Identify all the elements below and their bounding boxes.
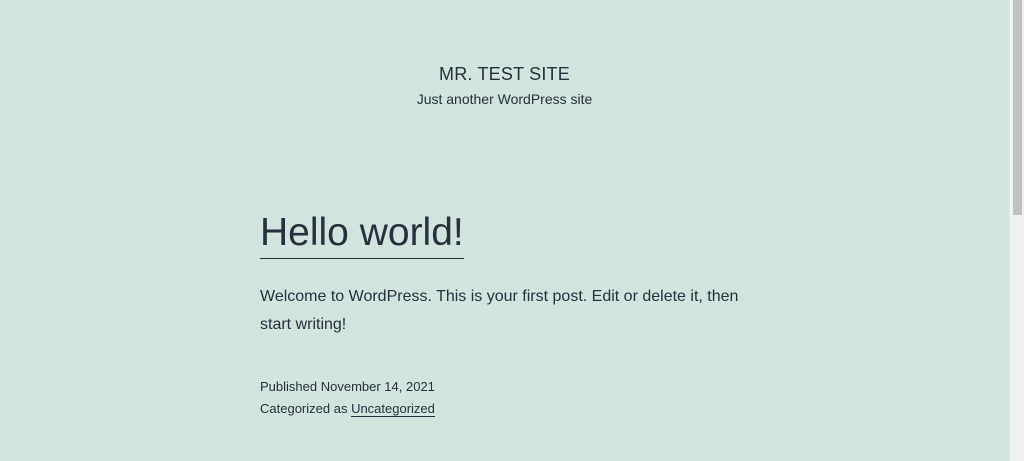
page: MR. TEST SITE Just another WordPress sit… [0, 0, 1009, 461]
category-link[interactable]: Uncategorized [351, 401, 435, 417]
published-line: Published November 14, 2021 [260, 376, 435, 398]
published-prefix: Published [260, 379, 321, 394]
scrollbar-thumb[interactable] [1013, 0, 1022, 215]
post-meta: Published November 14, 2021 Categorized … [260, 376, 435, 420]
site-description: Just another WordPress site [416, 91, 593, 107]
category-line: Categorized as Uncategorized [260, 398, 435, 420]
site-title-link[interactable]: MR. TEST SITE [439, 62, 570, 86]
post-article: Hello world! Welcome to WordPress. This … [260, 208, 760, 339]
published-date: November 14, 2021 [320, 379, 435, 394]
categorized-prefix: Categorized as [260, 401, 352, 416]
post-title-link[interactable]: Hello world! [260, 208, 464, 259]
site-header: MR. TEST SITE Just another WordPress sit… [0, 62, 1009, 109]
vertical-scrollbar[interactable] [1009, 0, 1024, 461]
post-content: Welcome to WordPress. This is your first… [260, 288, 739, 333]
